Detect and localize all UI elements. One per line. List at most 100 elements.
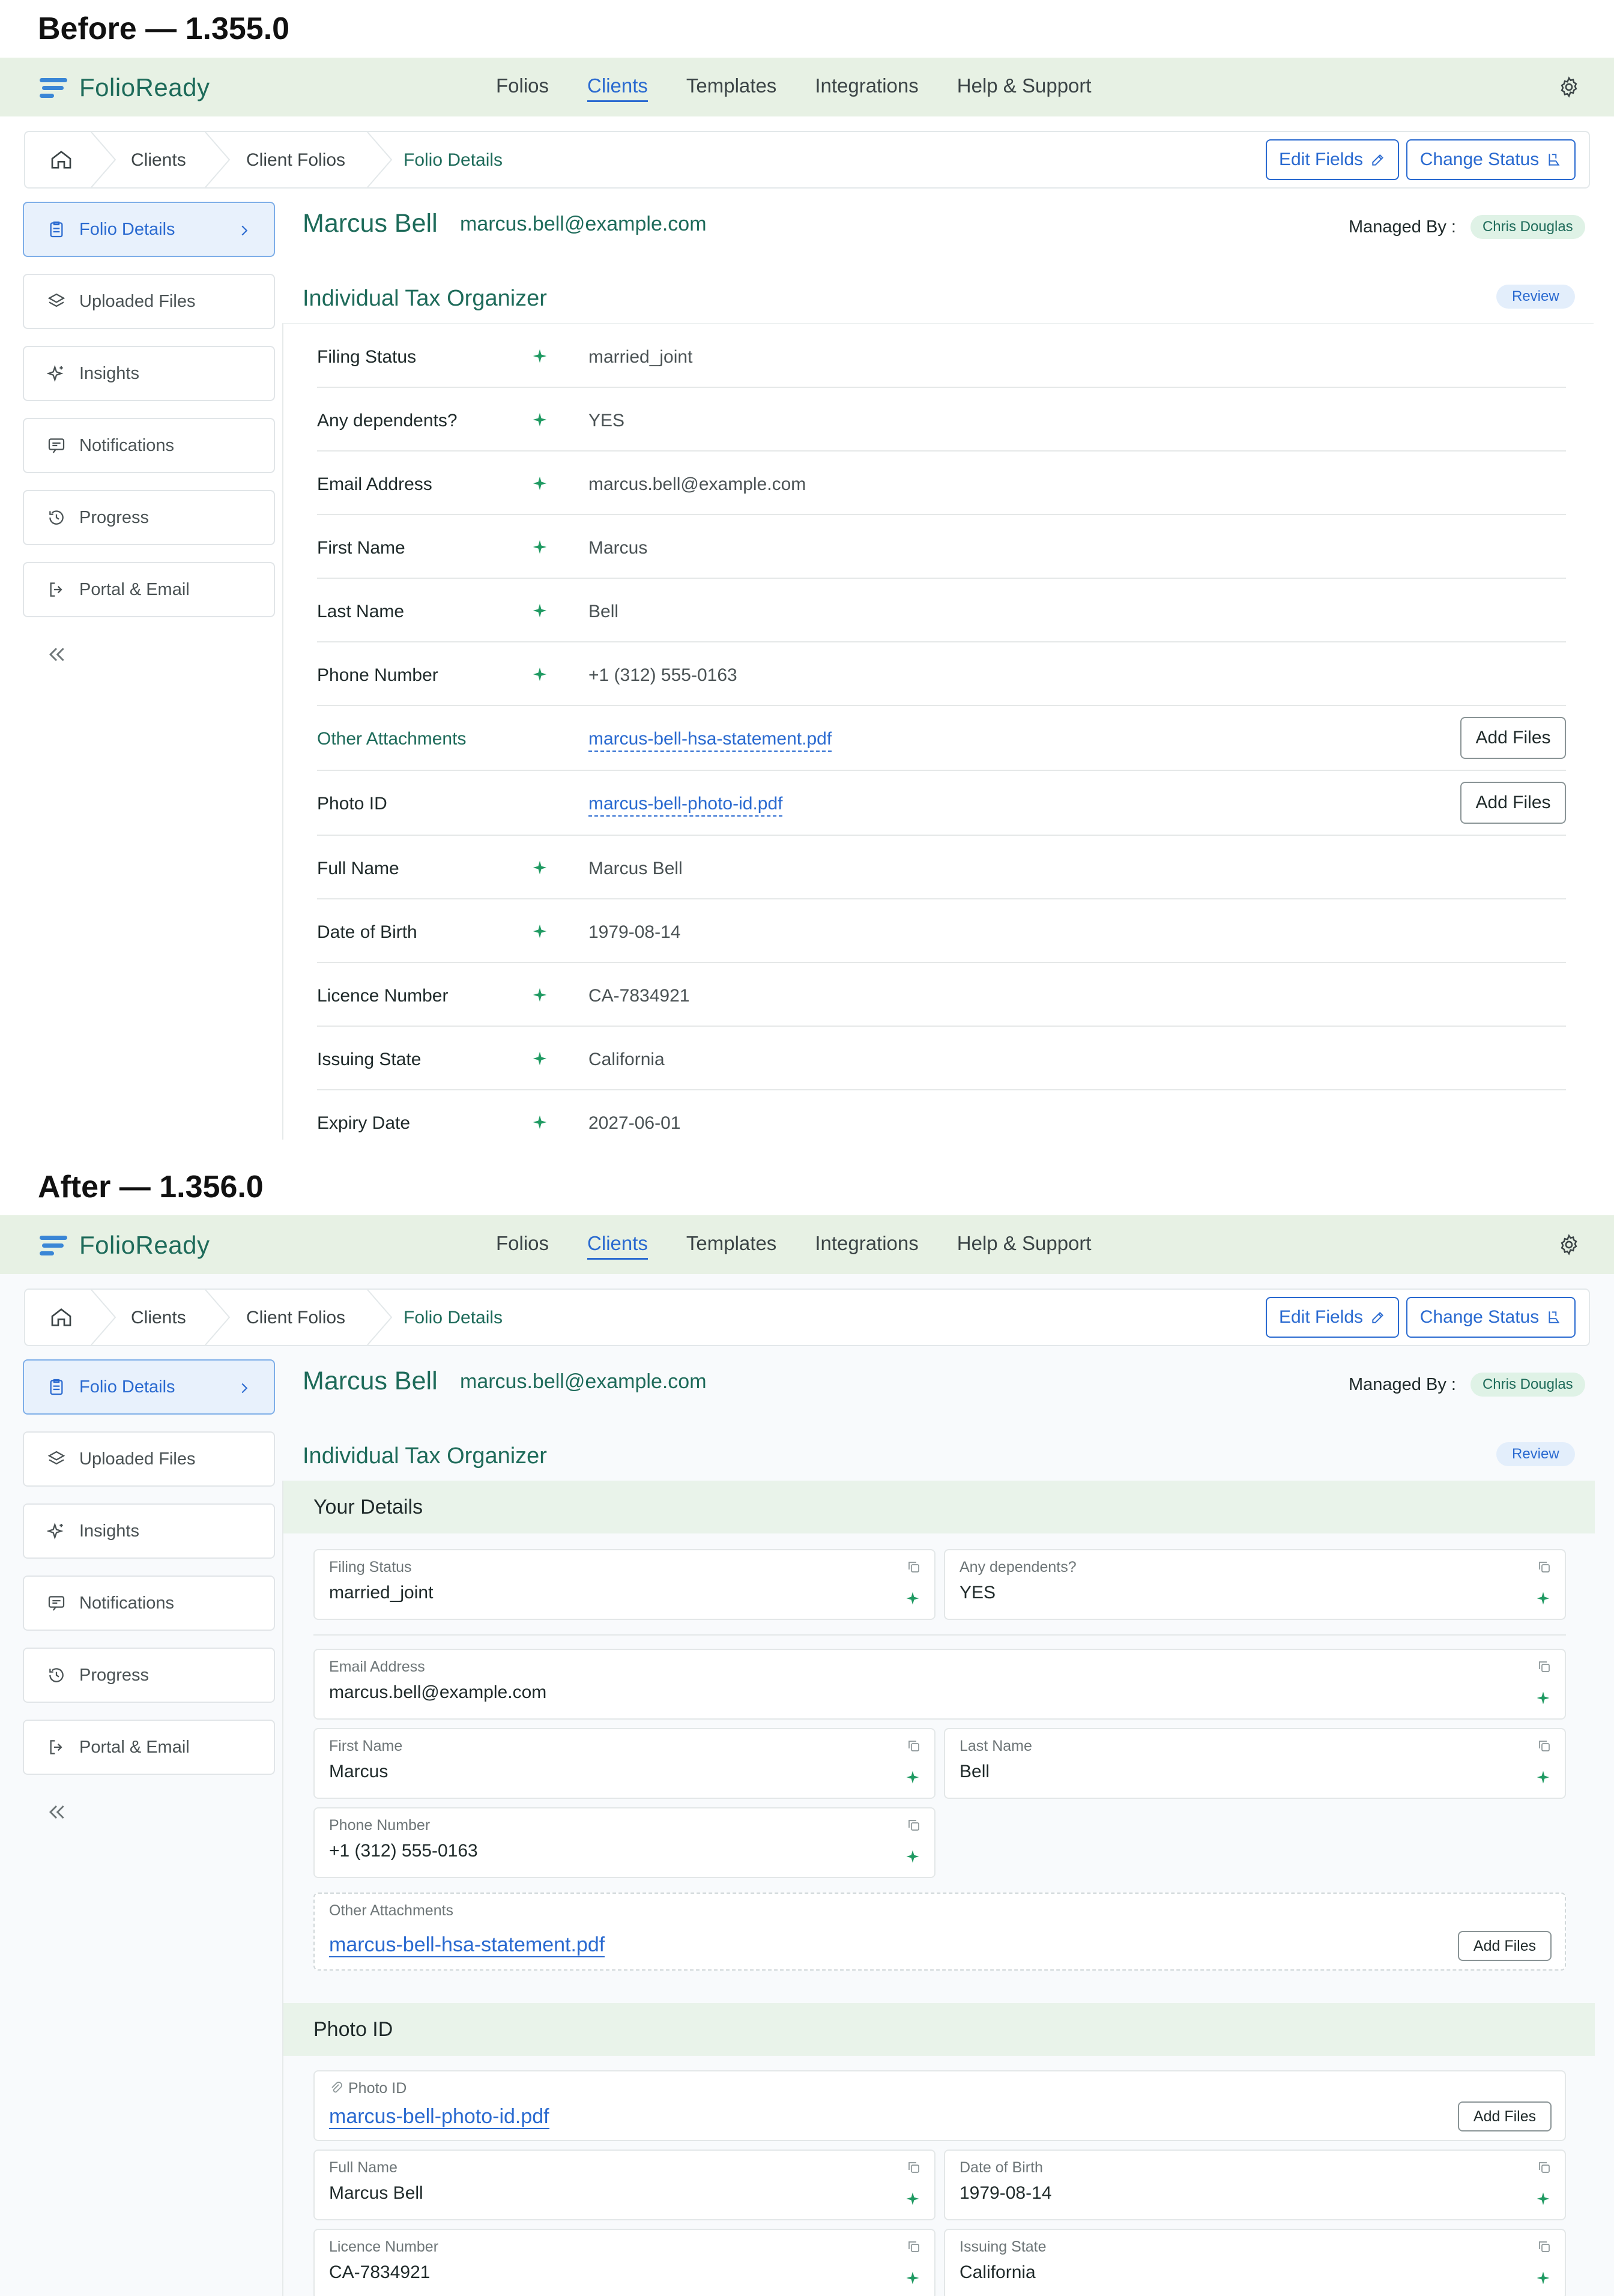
breadcrumb-clients[interactable]: Clients [131,1308,186,1328]
field-label: Date of Birth [960,2159,1043,2176]
sidebar-item-notifications[interactable]: Notifications [23,418,275,473]
top-nav-bar: FolioReady Folios Clients Templates Inte… [0,58,1614,116]
file-link[interactable]: marcus-bell-hsa-statement.pdf [329,1933,605,1957]
copy-icon[interactable] [907,2240,921,2254]
copy-icon[interactable] [907,1560,921,1574]
nav-templates[interactable]: Templates [686,1233,776,1260]
sidebar-item-folio-details[interactable]: Folio Details [23,202,275,257]
last-name-field[interactable]: Last Name Bell [944,1728,1566,1799]
nav-integrations[interactable]: Integrations [815,1233,918,1260]
file-link[interactable]: marcus-bell-hsa-statement.pdf [588,729,832,752]
nav-templates[interactable]: Templates [686,76,776,102]
breadcrumb-folio-details: Folio Details [404,1308,503,1328]
edit-fields-button[interactable]: Edit Fields [1266,139,1399,180]
nav-clients[interactable]: Clients [587,76,648,102]
sidebar-item-progress[interactable]: Progress [23,490,275,545]
list-item: Any dependents? YES [317,388,1566,452]
sparkle-icon [906,1592,919,1605]
sidebar-label: Folio Details [79,219,175,239]
sidebar-item-portal-email[interactable]: Portal & Email [23,562,275,617]
sparkle-icon [1537,2271,1550,2285]
breadcrumb-client-folios[interactable]: Client Folios [246,1308,345,1328]
field-value: Marcus [588,538,648,558]
add-files-button[interactable]: Add Files [1458,1931,1552,1961]
layers-icon [46,291,67,312]
field-label: Licence Number [329,2238,439,2255]
field-value: marcus.bell@example.com [588,474,806,494]
organizer-title: Individual Tax Organizer [303,286,547,311]
date-of-birth-field[interactable]: Date of Birth 1979-08-14 [944,2149,1566,2220]
nav-integrations[interactable]: Integrations [815,76,918,102]
breadcrumb-client-folios[interactable]: Client Folios [246,150,345,171]
add-files-button[interactable]: Add Files [1460,717,1566,759]
field-value: California [960,2262,1036,2282]
email-field[interactable]: Email Address marcus.bell@example.com [313,1649,1566,1720]
home-icon[interactable] [49,1305,73,1329]
sidebar-label: Notifications [79,1593,174,1613]
client-name: Marcus Bell [303,209,438,238]
copy-icon[interactable] [1537,1660,1552,1674]
sparkle-icon [906,2271,919,2285]
breadcrumb-clients[interactable]: Clients [131,150,186,171]
copy-icon[interactable] [1537,1739,1552,1753]
field-label: Other Attachments [329,1902,454,1919]
full-name-field[interactable]: Full Name Marcus Bell [313,2149,935,2220]
field-value: 1979-08-14 [588,922,681,942]
message-icon [46,1592,67,1614]
field-value: Marcus Bell [588,859,683,878]
dependents-field[interactable]: Any dependents? YES [944,1549,1566,1620]
field-label: Email Address [317,474,432,494]
sidebar-item-insights[interactable]: Insights [23,1503,275,1559]
sidebar-item-folio-details[interactable]: Folio Details [23,1359,275,1415]
sparkle-icon [533,476,547,491]
sidebar-label: Folio Details [79,1377,175,1397]
breadcrumb-separator-icon [367,132,393,187]
sparkle-icon [1537,1691,1550,1705]
copy-icon[interactable] [1537,2240,1552,2254]
sidebar-item-progress[interactable]: Progress [23,1648,275,1703]
sparkle-icon [533,988,547,1002]
sidebar-item-uploaded-files[interactable]: Uploaded Files [23,1431,275,1487]
nav-folios[interactable]: Folios [496,1233,549,1260]
sidebar-item-notifications[interactable]: Notifications [23,1575,275,1631]
sidebar-item-insights[interactable]: Insights [23,346,275,401]
copy-icon[interactable] [1537,1560,1552,1574]
copy-icon[interactable] [907,2160,921,2175]
field-value: +1 (312) 555-0163 [588,665,737,685]
add-files-button[interactable]: Add Files [1460,782,1566,824]
field-label: Any dependents? [960,1559,1077,1575]
nav-folios[interactable]: Folios [496,76,549,102]
change-status-button[interactable]: Change Status [1406,1297,1576,1338]
edit-fields-button[interactable]: Edit Fields [1266,1297,1399,1338]
field-value: California [588,1050,665,1069]
collapse-sidebar-icon[interactable] [44,1800,68,1824]
nav-help-support[interactable]: Help & Support [957,76,1092,102]
copy-icon[interactable] [907,1818,921,1832]
nav-help-support[interactable]: Help & Support [957,1233,1092,1260]
collapse-sidebar-icon[interactable] [44,642,68,666]
phone-field[interactable]: Phone Number +1 (312) 555-0163 [313,1807,935,1878]
file-link[interactable]: marcus-bell-photo-id.pdf [588,794,783,817]
gear-icon[interactable] [1558,1233,1580,1256]
first-name-field[interactable]: First Name Marcus [313,1728,935,1799]
copy-icon[interactable] [1537,2160,1552,2175]
sidebar-item-uploaded-files[interactable]: Uploaded Files [23,274,275,329]
gear-icon[interactable] [1558,76,1580,98]
add-files-button[interactable]: Add Files [1458,2101,1552,2131]
list-item: Email Address marcus.bell@example.com [317,452,1566,515]
sidebar-label: Portal & Email [79,1737,190,1757]
issuing-state-field[interactable]: Issuing State California [944,2229,1566,2296]
licence-number-field[interactable]: Licence Number CA-7834921 [313,2229,935,2296]
app-logo[interactable]: FolioReady [40,73,210,102]
change-status-button[interactable]: Change Status [1406,139,1576,180]
home-icon[interactable] [49,148,73,172]
filing-status-field[interactable]: Filing Status married_joint [313,1549,935,1620]
file-link[interactable]: marcus-bell-photo-id.pdf [329,2105,549,2129]
app-logo[interactable]: FolioReady [40,1231,210,1260]
field-label: Any dependents? [317,411,458,431]
copy-icon[interactable] [907,1739,921,1753]
nav-clients[interactable]: Clients [587,1233,648,1260]
field-label: Other Attachments [317,729,467,749]
field-label: Expiry Date [317,1113,411,1133]
sidebar-item-portal-email[interactable]: Portal & Email [23,1720,275,1775]
